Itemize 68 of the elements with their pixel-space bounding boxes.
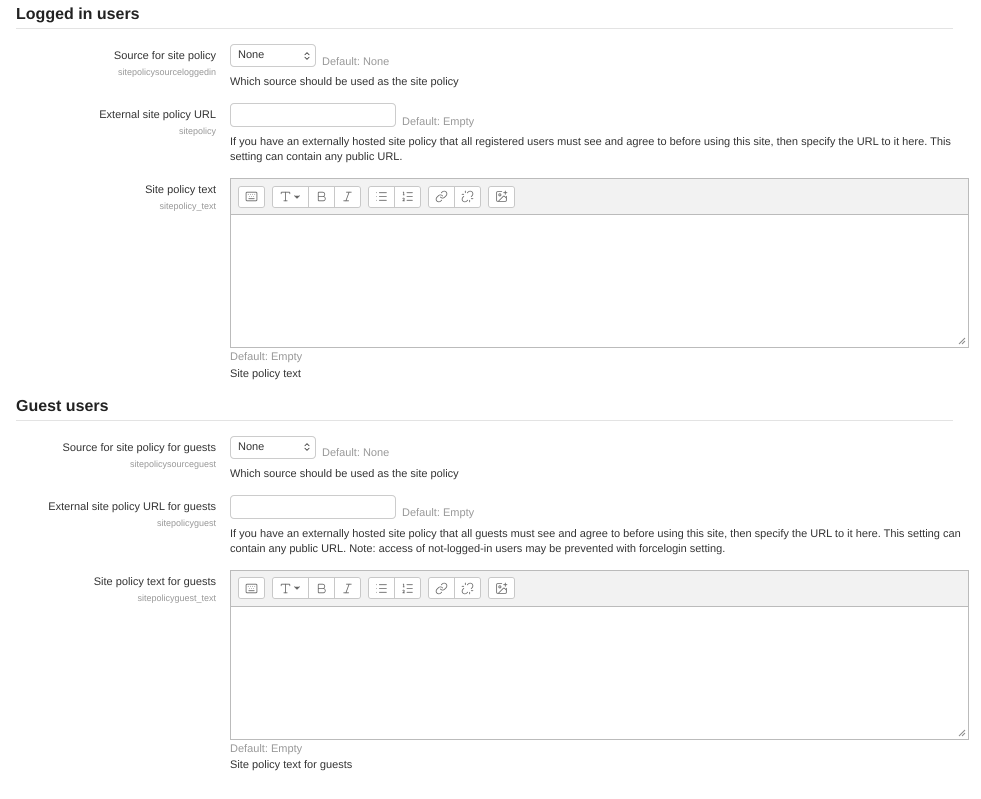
setting-name: sitepolicyguest_text [137,592,216,604]
setting-label: External site policy URL [99,108,216,122]
bold-button[interactable] [309,577,335,599]
setting-name: sitepolicysourceloggedin [118,66,216,78]
setting-description: Which source should be used as the site policy [230,75,460,90]
setting-name: sitepolicysourceguest [130,458,216,470]
italic-icon [341,190,354,203]
setting-description: Which source should be used as the site policy [230,466,460,482]
font-size-button[interactable] [272,577,309,599]
default-value: Default: Empty [230,742,304,756]
setting-description: If you have an externally hosted site policy that all guests must see and agree to before using this site, then specify the URL to it here. This setting can contain any public URL. Note: access of not-logged-in users may be prevented with forcelogin setting. [230,526,962,556]
numbered-list-icon [401,582,414,594]
font-size-button[interactable] [272,186,309,208]
bullet-list-button[interactable] [368,186,395,208]
setting-name: sitepolicyguest [156,516,216,528]
up-down-arrows-icon [302,442,312,452]
setting-description: Site policy text for guests [230,758,354,773]
font-icon [279,582,292,594]
up-down-arrows-icon [302,50,312,60]
default-value: Default: Empty [402,114,474,130]
default-value: Default: None [322,54,390,70]
italic-icon [341,582,354,594]
numbered-list-button[interactable] [395,577,421,599]
link-button[interactable] [428,186,455,208]
source-select[interactable]: None [230,44,316,67]
image-icon [495,190,508,203]
url-input-field[interactable] [230,103,396,127]
font-icon [279,190,292,203]
setting-label: Source for site policy for guests [62,440,216,454]
bold-icon [315,190,328,203]
italic-button[interactable] [335,186,361,208]
unlink-icon [461,190,474,203]
unlink-button[interactable] [455,186,481,208]
setting-label: External site policy URL for guests [48,500,216,514]
keyboard-icon [245,190,258,203]
setting-name: sitepolicy_text [159,200,216,212]
link-icon [435,582,448,594]
link-button[interactable] [428,577,455,599]
insert-image-button[interactable] [488,577,515,599]
bullet-list-button[interactable] [368,577,395,599]
link-icon [435,190,448,203]
resize-handle-icon[interactable] [958,337,966,345]
default-value: Default: Empty [402,506,474,521]
bold-icon [315,582,328,594]
numbered-list-button[interactable] [395,186,421,208]
keyboard-icon [245,582,258,594]
default-value: Default: None [322,446,390,461]
numbered-list-icon [401,190,414,203]
setting-name: sitepolicy [178,125,216,137]
section-heading: Guest users [16,396,110,416]
unlink-icon [461,582,474,594]
setting-description: Site policy text [230,366,302,382]
section-heading: Logged in users [16,5,141,25]
insert-image-button[interactable] [488,186,515,208]
source-select[interactable]: None [230,436,316,458]
unlink-button[interactable] [455,577,481,599]
setting-label: Site policy text [145,183,216,197]
keyboard-button[interactable] [238,577,265,599]
keyboard-button[interactable] [238,186,265,208]
bold-button[interactable] [309,186,335,208]
image-icon [495,582,508,594]
url-input-field[interactable] [230,494,396,518]
resize-handle-icon[interactable] [958,728,966,736]
setting-description: If you have an externally hosted site policy that all registered users must see and agree to before using this site, then specify the URL to it here. This setting can contain any public URL. [230,135,952,165]
default-value: Default: Empty [230,350,304,365]
setting-label: Site policy text for guests [94,574,216,588]
italic-button[interactable] [335,577,361,599]
setting-label: Source for site policy [114,49,216,63]
